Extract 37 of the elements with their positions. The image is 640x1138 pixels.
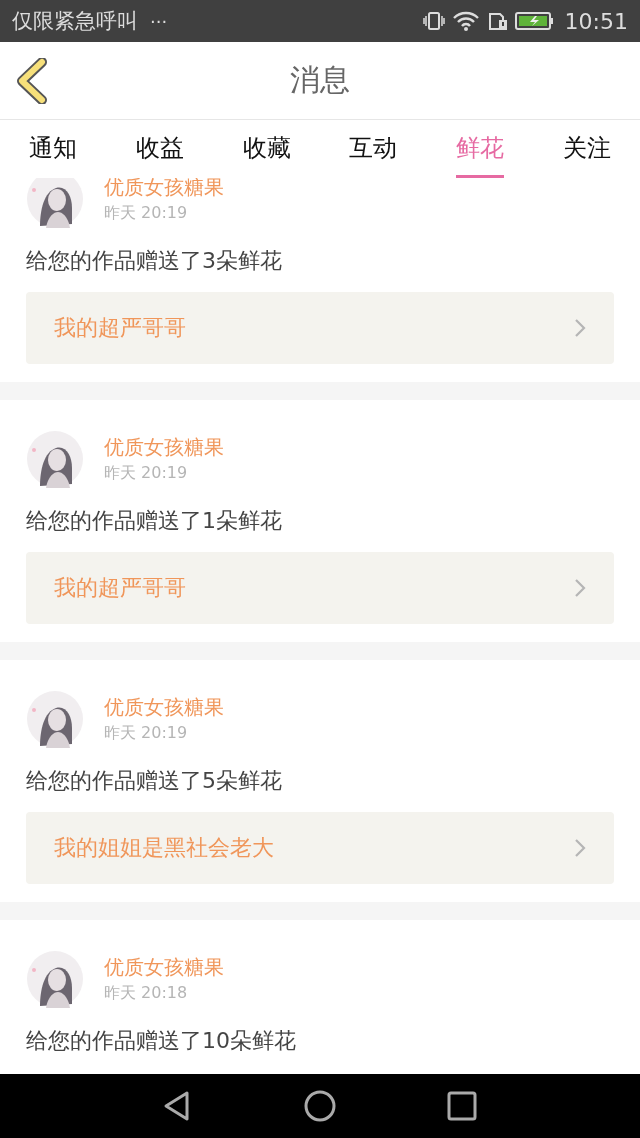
message-time: 昨天 20:19 [104, 723, 189, 744]
avatar [26, 430, 84, 488]
user-name[interactable]: 优质女孩糖果 [104, 694, 224, 721]
message-text: 给您的作品赠送了3朵鲜花 [26, 247, 283, 275]
page-title: 消息 [290, 61, 350, 99]
work-link[interactable]: 我的姐姐是黑社会老大 [26, 812, 614, 884]
back-icon[interactable] [16, 58, 50, 104]
avatar [26, 178, 84, 228]
message-text: 给您的作品赠送了10朵鲜花 [26, 1027, 297, 1055]
sim-card-icon [486, 10, 509, 32]
tab[interactable]: 收藏 [242, 120, 291, 178]
tab[interactable]: 通知 [29, 120, 78, 178]
tab[interactable]: 关注 [562, 120, 611, 178]
home-icon[interactable] [303, 1089, 337, 1123]
user-name[interactable]: 优质女孩糖果 [104, 954, 224, 981]
battery-icon [514, 10, 555, 32]
recent-apps-icon[interactable] [445, 1089, 479, 1123]
message-text: 给您的作品赠送了5朵鲜花 [26, 767, 283, 795]
message-time: 昨天 20:18 [104, 983, 189, 1004]
user-name[interactable]: 优质女孩糖果 [104, 434, 224, 461]
avatar [26, 950, 84, 1008]
user-name[interactable]: 优质女孩糖果 [104, 178, 224, 201]
avatar [26, 690, 84, 748]
work-link[interactable]: 我的超严哥哥 [26, 552, 614, 624]
message-time: 昨天 20:19 [104, 463, 189, 484]
vibrate-icon [422, 10, 445, 32]
clock-text: 10:51 [564, 8, 628, 34]
message-time: 昨天 20:19 [104, 203, 189, 224]
tab[interactable]: 收益 [136, 120, 184, 178]
work-link[interactable]: 我的超严哥哥 [26, 292, 614, 364]
chevron-right-icon [574, 318, 586, 338]
tab[interactable]: 互动 [349, 120, 398, 178]
chevron-right-icon [574, 838, 586, 858]
message-text: 给您的作品赠送了1朵鲜花 [26, 507, 283, 535]
notification-more: ··· [150, 10, 168, 32]
carrier-text: 仅限紧急呼叫 [12, 8, 138, 35]
chevron-right-icon [574, 578, 586, 598]
